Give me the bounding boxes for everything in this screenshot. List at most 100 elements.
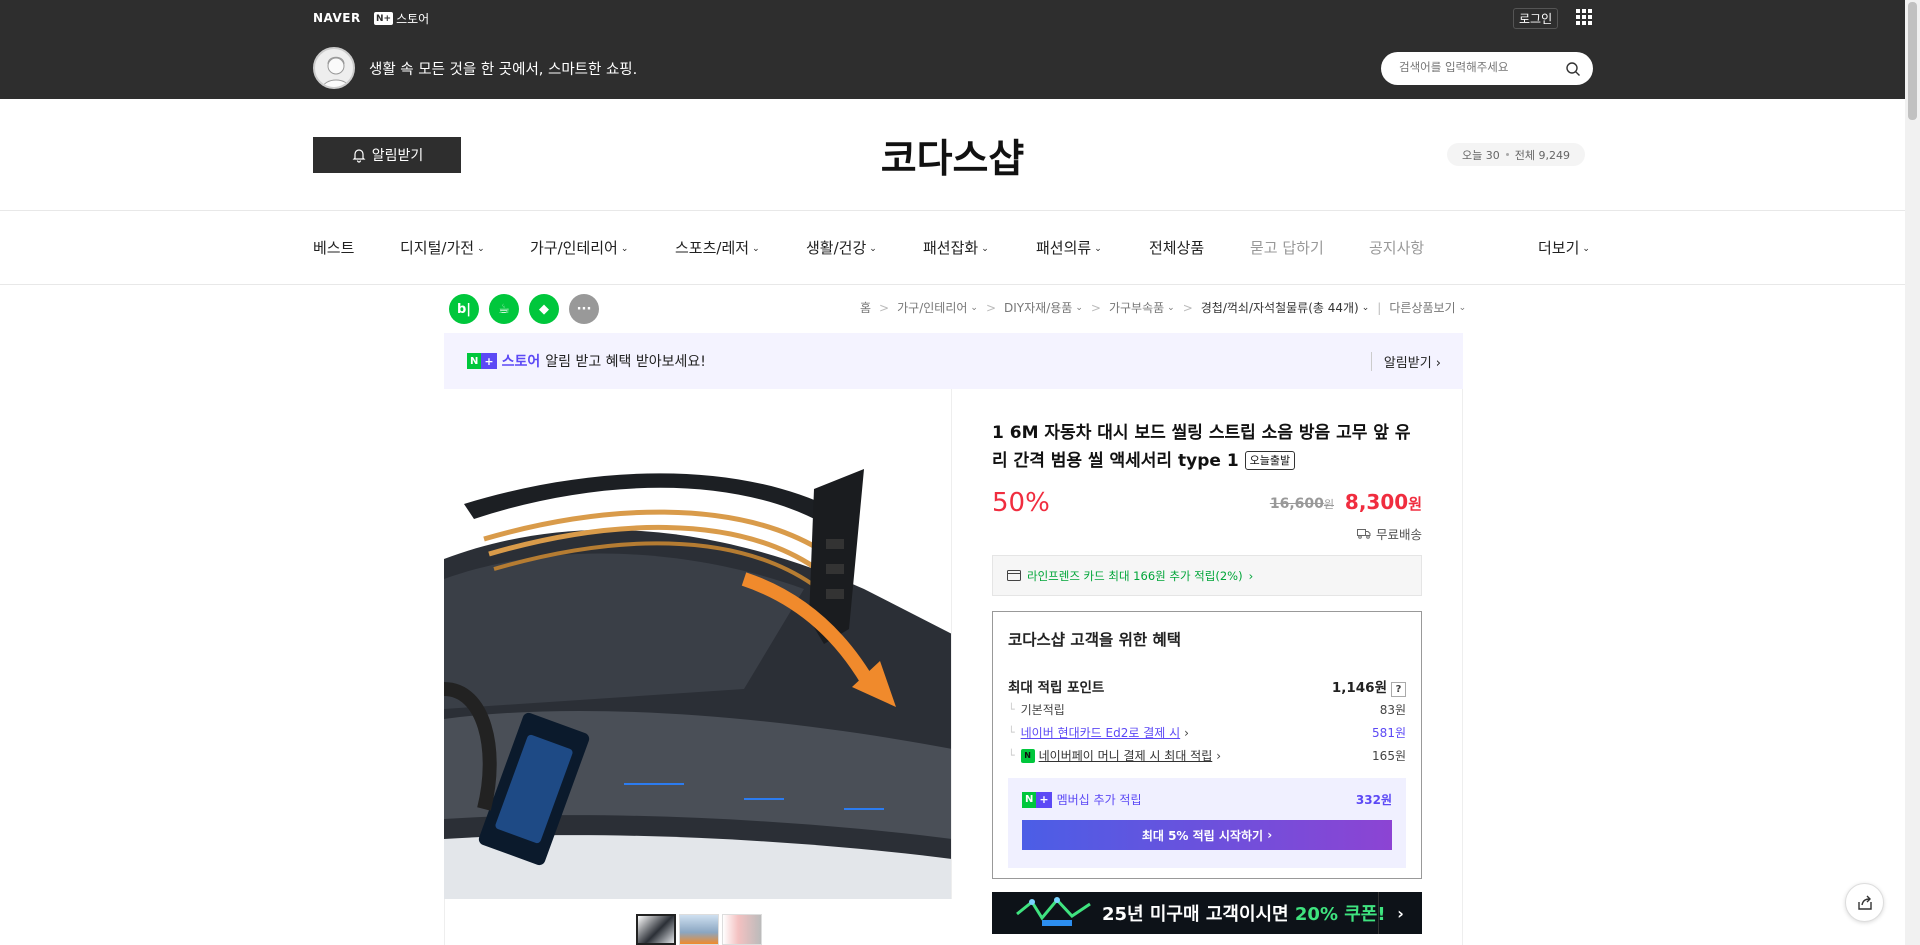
- avatar[interactable]: [313, 47, 355, 89]
- chevron-down-icon: ⌄: [1361, 303, 1370, 313]
- slogan-text: 생활 속 모든 것을 한 곳에서, 스마트한 쇼핑.: [369, 62, 638, 78]
- store-name[interactable]: 코다스샵: [0, 128, 1905, 184]
- nav-item-best[interactable]: 베스트: [313, 237, 354, 258]
- chevron-down-icon: ⌄: [970, 303, 978, 313]
- membership-start-button[interactable]: 최대 5% 적립 시작하기 ›: [1022, 820, 1392, 850]
- shipping-info: 무료배송: [1356, 524, 1422, 543]
- breadcrumb-diy[interactable]: DIY자재/용품 ⌄: [1004, 299, 1083, 316]
- banner-graphic: [1012, 892, 1097, 934]
- nav-item-living[interactable]: 생활/건강 ⌄: [806, 237, 877, 258]
- thumbnail[interactable]: [636, 914, 676, 945]
- notify-banner: N + 스토어 알림 받고 혜택 받아보세요! 알림받기 ›: [444, 333, 1463, 389]
- npay-icon: N: [1020, 748, 1035, 763]
- breadcrumb-parts[interactable]: 가구부속품 ⌄: [1109, 299, 1175, 316]
- category-nav: 베스트 디지털/가전 ⌄ 가구/인테리어 ⌄ 스포츠/레저 ⌄ 생활/건강 ⌄ 패션잡화…: [0, 237, 1905, 257]
- coupon-banner[interactable]: 25년 미구매 고객이시면 20% 쿠폰! ›: [992, 892, 1422, 934]
- breadcrumb-home[interactable]: 홈: [860, 299, 871, 316]
- product-title: 1 6M 자동차 대시 보드 씰링 스트립 소음 방음 고무 앞 유리 간격 범…: [992, 423, 1411, 471]
- nav-item-fashion-goods[interactable]: 패션잡화 ⌄: [923, 237, 989, 258]
- store-word: 스토어: [501, 354, 541, 370]
- chevron-down-icon: ⌄: [981, 244, 989, 254]
- visitors-today: 오늘 30: [1462, 148, 1500, 162]
- original-price: 16,600원: [1269, 496, 1334, 512]
- visitors-total: 전체 9,249: [1514, 148, 1570, 162]
- breadcrumb-separator: |: [1377, 300, 1382, 315]
- sale-price: 8,300원: [1344, 490, 1422, 514]
- benefit-title: 코다스샵 고객을 위한 혜택: [1008, 631, 1182, 649]
- price-row: 50% 16,600원 8,300원: [992, 488, 1422, 518]
- card-benefit-link[interactable]: 라인프렌즈 카드 최대 166원 추가 적립(2%) ›: [992, 555, 1422, 596]
- nav-item-digital[interactable]: 디지털/가전 ⌄: [400, 237, 485, 258]
- scrollbar[interactable]: [1905, 0, 1920, 945]
- product-info: 1 6M 자동차 대시 보드 씰링 스트립 소음 방음 고무 앞 유리 간격 범…: [992, 419, 1422, 934]
- nav-item-fashion-clothes[interactable]: 패션의류 ⌄: [1036, 237, 1102, 258]
- cafe-share-icon[interactable]: ☕: [489, 294, 519, 324]
- chevron-right-icon[interactable]: ›: [1378, 892, 1422, 934]
- chevron-right-icon: ›: [1184, 725, 1189, 740]
- hyundai-card-link[interactable]: 네이버 현대카드 Ed2로 결제 시: [1021, 724, 1181, 741]
- search-icon[interactable]: [1565, 61, 1581, 77]
- naver-plus-store-logo[interactable]: N+ 스토어: [374, 10, 429, 27]
- breadcrumb-current[interactable]: 경첩/꺽쇠/자석철물류(총 44개) ⌄: [1201, 299, 1370, 316]
- basic-point-row: └ 기본적립 83원: [1008, 703, 1406, 717]
- chevron-right-icon: ›: [1248, 568, 1254, 583]
- divider: [0, 284, 1905, 285]
- search-input[interactable]: [1399, 60, 1559, 74]
- nav-item-more[interactable]: 더보기 ⌄: [1538, 237, 1590, 258]
- naver-plus-logo: N +: [467, 353, 497, 369]
- thumbnail[interactable]: [722, 914, 762, 945]
- login-button[interactable]: 로그인: [1513, 8, 1559, 29]
- benefit-box: 코다스샵 고객을 위한 혜택 최대 적립 포인트 1,146원? └ 기본적립 8…: [992, 611, 1422, 879]
- npay-link[interactable]: 네이버페이 머니 결제 시 최대 적립: [1039, 747, 1213, 764]
- global-header: NAVER N+ 스토어 로그인 생활 속 모든 것을 한 곳에서, 스마트한 …: [0, 0, 1905, 99]
- blog-share-icon[interactable]: b|: [449, 294, 479, 324]
- chevron-right-icon: ›: [1267, 828, 1273, 842]
- chevron-right-icon: ›: [1435, 356, 1441, 371]
- npay-row: └ N 네이버페이 머니 결제 시 최대 적립 › 165원: [1008, 747, 1406, 764]
- nav-item-qna[interactable]: 묻고 답하기: [1250, 237, 1324, 258]
- notice-text: 알림 받고 혜택 받아보세요!: [545, 354, 706, 370]
- nav-item-all-products[interactable]: 전체상품: [1149, 237, 1204, 258]
- membership-label: 멤버십 추가 적립: [1056, 793, 1142, 807]
- chevron-down-icon: ⌄: [1075, 303, 1083, 313]
- breadcrumb: 홈 > 가구/인테리어 ⌄ > DIY자재/용품 ⌄ > 가구부속품 ⌄ > 경첩/꺽…: [860, 299, 1466, 316]
- banner-highlight: 20% 쿠폰!: [1294, 904, 1386, 925]
- product-main-image[interactable]: [444, 389, 952, 899]
- truck-icon: [1356, 529, 1371, 539]
- apps-grid-icon[interactable]: [1576, 9, 1592, 25]
- breadcrumb-separator: >: [1182, 300, 1193, 315]
- notice-notify-link[interactable]: 알림받기 ›: [1370, 352, 1441, 371]
- chevron-down-icon: ⌄: [1094, 244, 1102, 254]
- chevron-down-icon: ⌄: [477, 244, 485, 254]
- max-point-row: 최대 적립 포인트 1,146원?: [1008, 676, 1406, 697]
- divider: [0, 210, 1905, 211]
- breadcrumb-furniture[interactable]: 가구/인테리어 ⌄: [897, 299, 978, 316]
- visitor-counter: 오늘 30 전체 9,249: [1447, 143, 1585, 166]
- thumbnail[interactable]: [679, 914, 719, 945]
- naver-plus-logo: N +: [1022, 791, 1052, 808]
- credit-card-icon: [1007, 570, 1021, 581]
- membership-box: N + 멤버십 추가 적립 332원 최대 5% 적립 시작하기 ›: [1008, 778, 1406, 868]
- scrollbar-thumb[interactable]: [1908, 2, 1917, 120]
- chevron-down-icon: ⌄: [1582, 244, 1590, 254]
- search-box: [1381, 52, 1593, 85]
- dot-separator: [1505, 153, 1509, 156]
- nav-item-sports[interactable]: 스포츠/레저 ⌄: [675, 237, 760, 258]
- hyundai-card-row: └ 네이버 현대카드 Ed2로 결제 시 › 581원: [1008, 724, 1406, 741]
- breadcrumb-separator: >: [879, 300, 890, 315]
- breadcrumb-other-products[interactable]: 다른상품보기 ⌄: [1389, 299, 1466, 316]
- thumbnail-strip: [636, 914, 762, 945]
- chevron-down-icon: ⌄: [869, 244, 877, 254]
- bookmark-share-icon[interactable]: ◆: [529, 294, 559, 324]
- nav-item-furniture[interactable]: 가구/인테리어 ⌄: [530, 237, 628, 258]
- n-plus-badge: N+: [374, 12, 394, 25]
- help-icon[interactable]: ?: [1391, 682, 1406, 697]
- chevron-down-icon: ⌄: [1458, 303, 1467, 313]
- membership-value: 332원: [1355, 793, 1392, 807]
- nav-item-notice[interactable]: 공지사항: [1369, 237, 1424, 258]
- naver-logo[interactable]: NAVER: [313, 11, 361, 25]
- discount-rate: 50%: [992, 488, 1050, 518]
- chevron-down-icon: ⌄: [620, 244, 629, 254]
- share-icon[interactable]: [1845, 883, 1884, 922]
- more-share-icon[interactable]: ···: [569, 294, 599, 324]
